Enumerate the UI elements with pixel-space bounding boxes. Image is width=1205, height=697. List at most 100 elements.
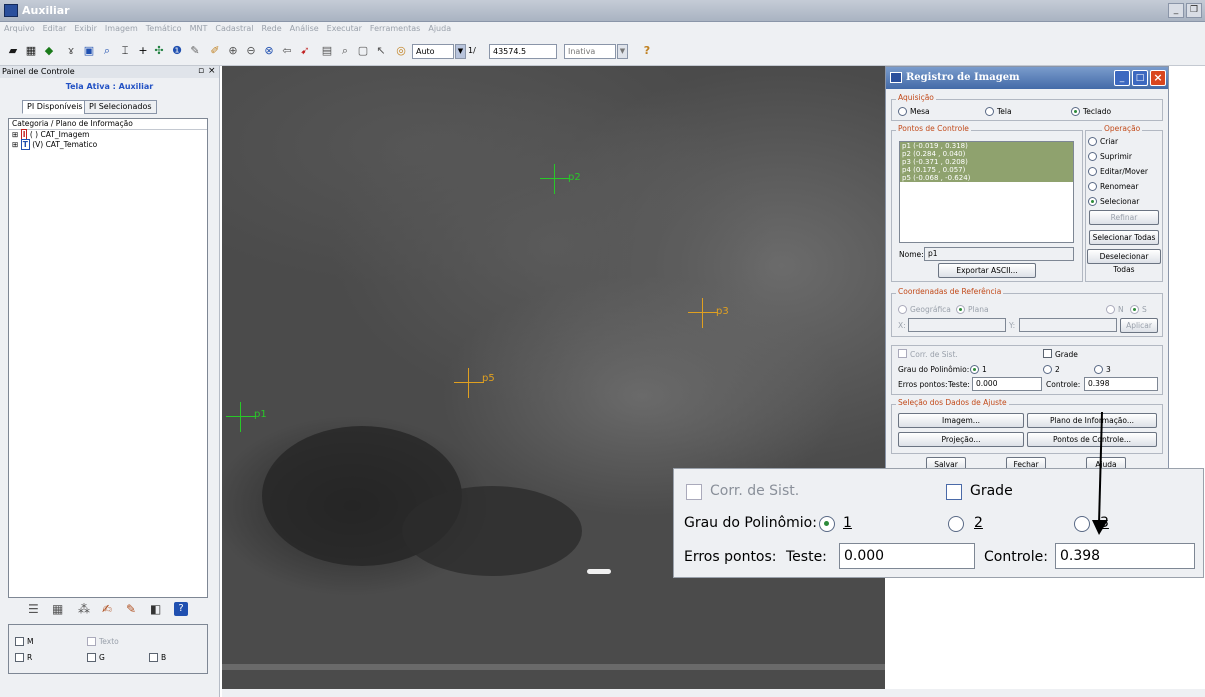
control-point-marker[interactable] (226, 402, 256, 432)
brush-icon[interactable]: ɤ (64, 44, 78, 58)
search-icon[interactable]: ⌕ (338, 44, 352, 58)
op-criar-radio[interactable] (1088, 137, 1097, 146)
image-canvas[interactable]: p2 p3 p5 p1 (222, 66, 885, 697)
back-icon[interactable]: ⇦ (280, 44, 294, 58)
tab-pi-selecionados[interactable]: PI Selecionados (84, 100, 157, 114)
export-ascii-button[interactable]: Exportar ASCII... (938, 263, 1036, 278)
list-icon[interactable]: ☰ (28, 602, 39, 616)
list-item[interactable]: p1 (-0.019 , 0.318) (900, 142, 1073, 150)
pointer-icon[interactable]: ↖ (374, 44, 388, 58)
list-item[interactable]: p2 (0.284 , 0.040) (900, 150, 1073, 158)
zoom-in-icon[interactable]: ⊕ (226, 44, 240, 58)
menu-tematico[interactable]: Temático (142, 22, 186, 36)
plus-icon[interactable]: + (136, 44, 150, 58)
close-icon[interactable]: × (208, 66, 216, 76)
menu-cadastral[interactable]: Cadastral (211, 22, 257, 36)
menu-imagem[interactable]: Imagem (101, 22, 142, 36)
view-icon[interactable]: ◎ (394, 44, 408, 58)
tree-item-tematico[interactable]: ⊞ T (V) CAT_Tematico (9, 139, 207, 150)
poly-1-radio[interactable] (970, 365, 979, 374)
close-icon[interactable]: × (1150, 70, 1166, 86)
menu-mnt[interactable]: MNT (186, 22, 212, 36)
menu-exibir[interactable]: Exibir (70, 22, 101, 36)
poly-2-radio-zoomed (948, 516, 964, 532)
expand-icon[interactable]: ⊞ (12, 140, 18, 149)
channel-g-checkbox[interactable] (87, 653, 96, 662)
channel-m-checkbox[interactable] (15, 637, 24, 646)
image-registration-dialog: Registro de Imagem _ □ × Aquisição Mesa … (885, 66, 1169, 476)
tree-item-imagem[interactable]: ⊞ I ( ) CAT_Imagem (9, 129, 207, 140)
op-editar-radio[interactable] (1088, 167, 1097, 176)
pencil-icon[interactable]: ✐ (208, 44, 222, 58)
projection-button[interactable]: Projeção... (898, 432, 1024, 447)
op-selecionar-radio[interactable] (1088, 197, 1097, 206)
control-point-marker[interactable] (688, 298, 718, 328)
menu-ferramentas[interactable]: Ferramentas (366, 22, 424, 36)
op-suprimir-radio[interactable] (1088, 152, 1097, 161)
grid-checkbox[interactable] (1043, 349, 1052, 358)
pan-icon[interactable]: ✣ (152, 44, 166, 58)
zoom-window-icon[interactable]: ⌕ (100, 44, 114, 58)
list-item[interactable]: p4 (0.175 , 0.057) (900, 166, 1073, 174)
menu-ajuda[interactable]: Ajuda (424, 22, 455, 36)
poly-2-radio[interactable] (1043, 365, 1052, 374)
pin-icon[interactable]: ▫ (198, 66, 204, 76)
poly-3-radio[interactable] (1094, 365, 1103, 374)
restore-button[interactable]: ❐ (1186, 3, 1202, 18)
state-select[interactable]: Inativa (564, 44, 616, 59)
acq-mesa-radio[interactable] (898, 107, 907, 116)
layers-icon[interactable]: ▣ (82, 44, 96, 58)
control-point-marker[interactable] (454, 368, 484, 398)
menu-rede[interactable]: Rede (258, 22, 286, 36)
table-icon[interactable]: ▦ (52, 602, 63, 616)
expand-icon[interactable]: ⊞ (12, 130, 18, 139)
draw-icon[interactable]: ▰ (6, 44, 20, 58)
chevron-down-icon[interactable]: ▼ (617, 44, 628, 59)
minimize-icon[interactable]: _ (1114, 70, 1130, 86)
chevron-down-icon[interactable]: ▼ (455, 44, 466, 59)
acq-tela-radio[interactable] (985, 107, 994, 116)
deselect-all-button[interactable]: Deselecionar Todas (1087, 249, 1161, 274)
menu-analise[interactable]: Análise (286, 22, 323, 36)
acq-teclado-radio[interactable] (1071, 107, 1080, 116)
zoom-out-icon[interactable]: ⊖ (244, 44, 258, 58)
window-icon[interactable]: ▢ (356, 44, 370, 58)
zoom-area-icon[interactable]: ⊗ (262, 44, 276, 58)
pencil-icon[interactable]: ✎ (126, 602, 136, 616)
help-icon[interactable]: ? (640, 44, 654, 58)
op-renomear-radio[interactable] (1088, 182, 1097, 191)
control-point-label: p1 (254, 409, 267, 420)
scale-input[interactable]: 43574.5 (489, 44, 557, 59)
name-input[interactable]: p1 (924, 247, 1074, 261)
minimize-button[interactable]: _ (1168, 3, 1184, 18)
image-button[interactable]: Imagem... (898, 413, 1024, 428)
eraser-icon[interactable]: ◆ (42, 44, 56, 58)
menu-editar[interactable]: Editar (39, 22, 71, 36)
edit-icon[interactable]: ✍ (102, 602, 112, 616)
scatter-icon[interactable]: ⁂ (78, 602, 90, 616)
cursor-icon[interactable]: ⌶ (118, 44, 132, 58)
list-item[interactable]: p5 (-0.068 , -0.624) (900, 174, 1073, 182)
help-icon[interactable]: ? (174, 602, 188, 616)
zoom-mode-select[interactable]: Auto (412, 44, 454, 59)
channel-b-checkbox[interactable] (149, 653, 158, 662)
display-icon[interactable]: ▤ (320, 44, 334, 58)
refine-button[interactable]: Refinar (1089, 210, 1159, 225)
tab-pi-disponiveis[interactable]: PI Disponíveis (22, 100, 88, 114)
info-icon[interactable]: ❶ (170, 44, 184, 58)
control-error-input[interactable]: 0.398 (1084, 377, 1158, 391)
menu-executar[interactable]: Executar (323, 22, 366, 36)
menu-arquivo[interactable]: Arquivo (0, 22, 39, 36)
maximize-icon[interactable]: □ (1132, 70, 1148, 86)
tool-icon[interactable]: ✎ (188, 44, 202, 58)
grid-icon[interactable]: ▦ (24, 44, 38, 58)
channel-r-checkbox[interactable] (15, 653, 24, 662)
control-points-list[interactable]: p1 (-0.019 , 0.318) p2 (0.284 , 0.040) p… (899, 141, 1074, 243)
control-point-label: p3 (716, 306, 729, 317)
test-error-input[interactable]: 0.000 (972, 377, 1042, 391)
list-item[interactable]: p3 (-0.371 , 0.208) (900, 158, 1073, 166)
select-all-button[interactable]: Selecionar Todas (1089, 230, 1159, 245)
arrow-icon[interactable]: ➹ (298, 44, 312, 58)
panel-icon[interactable]: ◧ (150, 602, 161, 616)
control-point-marker[interactable] (540, 164, 570, 194)
